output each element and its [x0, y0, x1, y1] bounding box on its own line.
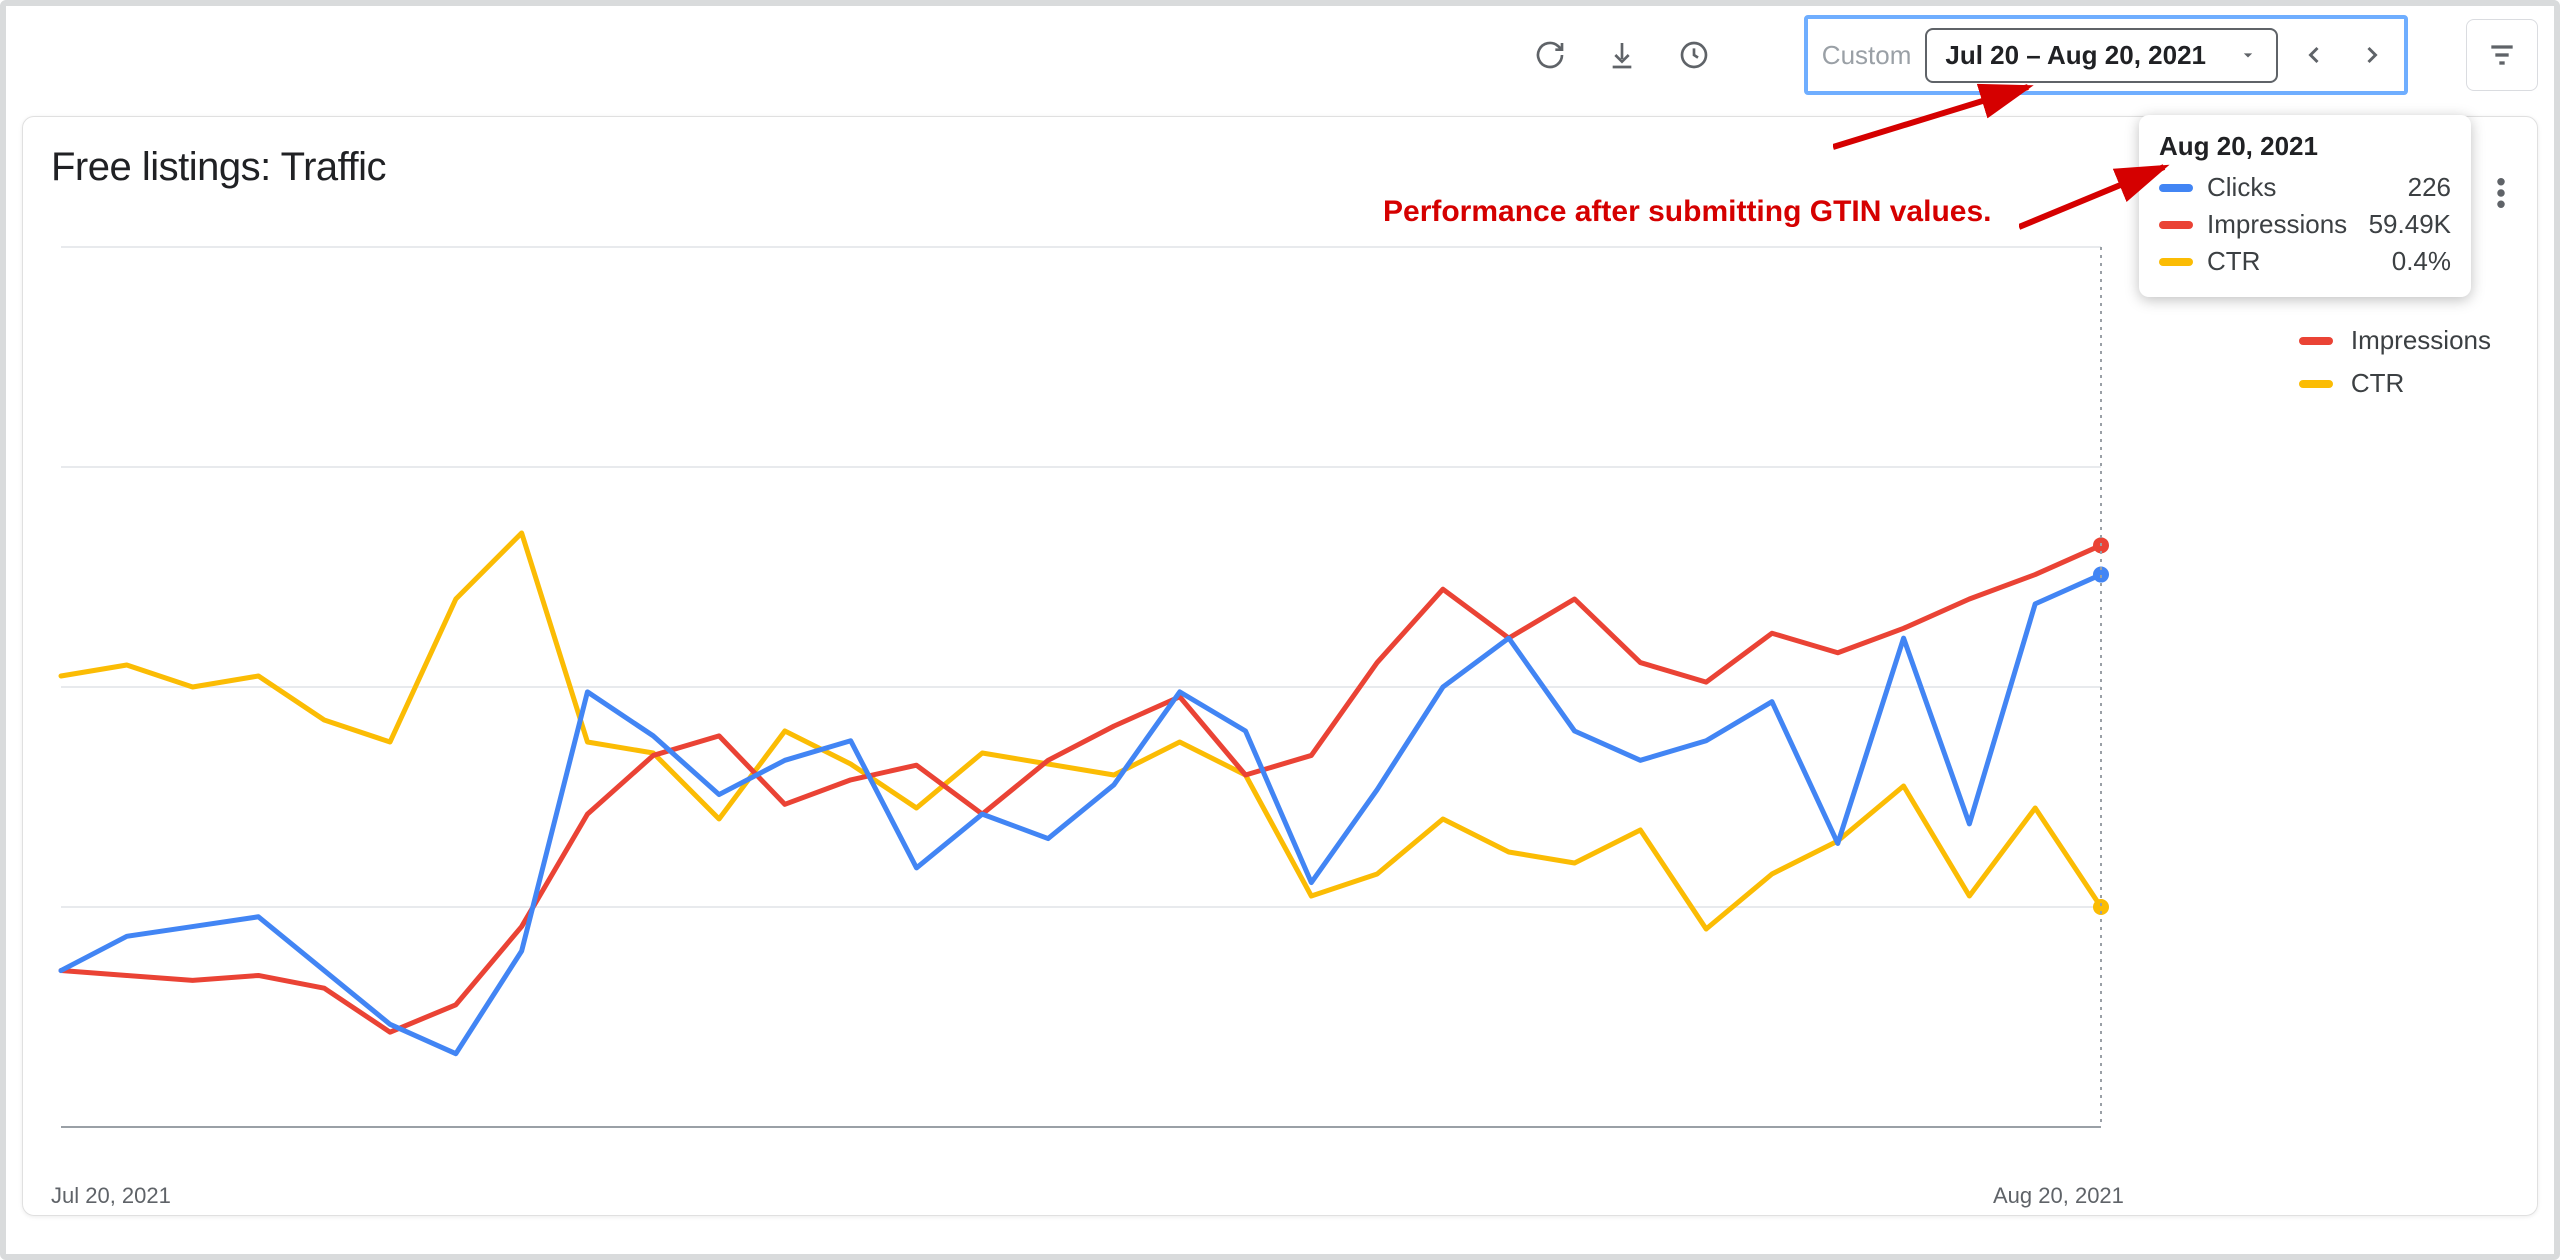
- tooltip-label: CTR: [2207, 246, 2378, 277]
- tooltip-label: Clicks: [2207, 172, 2394, 203]
- date-range-picker[interactable]: Jul 20 – Aug 20, 2021: [1925, 28, 2278, 83]
- tooltip-row-impressions: Impressions 59.49K: [2159, 209, 2451, 240]
- date-range-mode-label: Custom: [1822, 40, 1912, 71]
- chart-legend: Impressions CTR: [2299, 325, 2491, 411]
- tooltip-swatch-yellow: [2159, 258, 2193, 266]
- x-axis-end-label: Aug 20, 2021: [1993, 1183, 2124, 1209]
- traffic-card: Free listings: Traffic Jul 20, 2021 Aug …: [22, 116, 2538, 1216]
- annotation-arrow-icon: [1833, 77, 2043, 157]
- refresh-icon[interactable]: [1528, 33, 1572, 77]
- legend-item-ctr[interactable]: CTR: [2299, 368, 2491, 399]
- download-icon[interactable]: [1600, 33, 1644, 77]
- tooltip-label: Impressions: [2207, 209, 2355, 240]
- top-toolbar: Custom Jul 20 – Aug 20, 2021: [22, 20, 2538, 90]
- tooltip-row-clicks: Clicks 226: [2159, 172, 2451, 203]
- tooltip-value: 59.49K: [2369, 209, 2451, 240]
- annotation-arrow-icon: [2019, 157, 2179, 237]
- date-range-text: Jul 20 – Aug 20, 2021: [1945, 40, 2206, 71]
- tooltip-value: 226: [2408, 172, 2451, 203]
- app-frame: Custom Jul 20 – Aug 20, 2021 Free listin…: [0, 0, 2560, 1260]
- prev-period-button[interactable]: [2292, 33, 2336, 77]
- filter-icon: [2486, 39, 2518, 71]
- history-icon[interactable]: [1672, 33, 1716, 77]
- x-axis-start-label: Jul 20, 2021: [51, 1183, 171, 1209]
- chevron-down-icon: [2238, 45, 2258, 65]
- legend-item-impressions[interactable]: Impressions: [2299, 325, 2491, 356]
- legend-label: CTR: [2351, 368, 2404, 399]
- chart-tooltip: Aug 20, 2021 Clicks 226 Impressions 59.4…: [2139, 115, 2471, 297]
- tooltip-date: Aug 20, 2021: [2159, 131, 2451, 162]
- card-menu-button[interactable]: [2479, 171, 2523, 215]
- annotation-text: Performance after submitting GTIN values…: [1383, 195, 1991, 229]
- filter-button[interactable]: [2466, 19, 2538, 91]
- tooltip-value: 0.4%: [2392, 246, 2451, 277]
- legend-label: Impressions: [2351, 325, 2491, 356]
- next-period-button[interactable]: [2350, 33, 2394, 77]
- chart-plot: [51, 237, 2111, 1167]
- legend-swatch-red: [2299, 337, 2333, 345]
- kebab-icon: [2497, 178, 2505, 208]
- tooltip-row-ctr: CTR 0.4%: [2159, 246, 2451, 277]
- legend-swatch-yellow: [2299, 380, 2333, 388]
